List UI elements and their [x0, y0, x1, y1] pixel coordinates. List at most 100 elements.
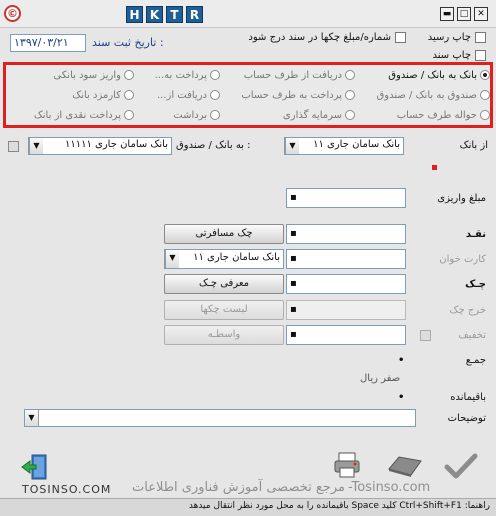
red-marker	[432, 165, 437, 170]
to-bank-checkbox[interactable]	[8, 141, 19, 152]
status-bar: راهنما: Ctrl+Shift+F1 کلید Space باقیمان…	[0, 498, 496, 516]
chevron-down-icon[interactable]: ▼	[285, 138, 299, 154]
broker-button[interactable]: واسطـه	[164, 325, 284, 345]
clear-button[interactable]	[385, 453, 425, 479]
cheque-amount-checkbox[interactable]: شماره/مبلغ چکها در سند درج شود	[248, 32, 406, 43]
deposit-input[interactable]: ▪	[286, 188, 406, 208]
option-receive-from-account[interactable]: دریافت از طرف حساب	[220, 67, 355, 83]
option-label: پرداخت به...	[154, 69, 207, 81]
option-bank-interest[interactable]: واریز سود بانکی	[14, 67, 134, 83]
option-label: صندوق به بانک / صندوق	[376, 89, 477, 101]
to-bank-select[interactable]: ▼ بانک سامان جاری ۱۱۱۱۱	[28, 137, 172, 155]
radio-receive-from[interactable]	[210, 90, 220, 100]
eraser-icon	[388, 456, 422, 477]
watermark-left: TOSINSO.COM	[22, 483, 112, 496]
sum-value: •	[398, 355, 405, 366]
card-reader-label: کارت خوان	[439, 254, 486, 265]
discount-label: تخفیف	[458, 330, 486, 341]
from-bank-label: از بانک	[459, 140, 488, 151]
hotkey-t-button[interactable]: T	[166, 6, 183, 23]
to-bank-value: بانک سامان جاری ۱۱۱۱۱	[64, 139, 168, 150]
exit-button[interactable]	[20, 452, 50, 482]
from-bank-select[interactable]: ▼ بانک سامان جاری ۱۱	[284, 137, 404, 155]
description-label: توضیحات	[447, 413, 486, 424]
exit-door-icon	[21, 454, 47, 480]
print-doc-box[interactable]	[475, 50, 486, 61]
print-doc-checkbox[interactable]: چاپ سند	[433, 50, 486, 61]
radio-cash-to-bank[interactable]	[480, 90, 490, 100]
option-account-transfer[interactable]: حواله طرف حساب	[355, 107, 490, 123]
rial-text: صفر ریال	[360, 373, 401, 384]
print-button[interactable]	[332, 450, 362, 480]
watermark-right: -Tosinso.com	[348, 480, 431, 495]
printer-icon	[334, 452, 360, 478]
option-withdrawal[interactable]: برداشت	[134, 107, 220, 123]
cheque-amount-label: شماره/مبلغ چکها در سند درج شود	[248, 32, 391, 43]
radio-pay-to-account[interactable]	[345, 90, 355, 100]
cash-input[interactable]: ▪	[286, 224, 406, 244]
print-receipt-checkbox[interactable]: چاپ رسید	[428, 32, 486, 43]
chevron-down-icon[interactable]: ▼	[29, 138, 43, 154]
from-bank-value: بانک سامان جاری ۱۱	[313, 139, 400, 150]
withdraw-cheque-input[interactable]: ▪	[286, 300, 406, 320]
card-bank-value: بانک سامان جاری ۱۱	[193, 252, 280, 263]
remain-value: •	[398, 392, 405, 403]
option-receive-from[interactable]: دریافت از...	[134, 87, 220, 103]
card-bank-select[interactable]: ▼ بانک سامان جاری ۱۱	[164, 249, 284, 269]
option-cash-payment[interactable]: پرداخت نقدی از بانک	[14, 107, 134, 123]
checkmark-icon	[444, 453, 478, 479]
app-logo-icon: ©	[4, 5, 21, 22]
option-pay-to[interactable]: پرداخت به...	[134, 67, 220, 83]
watermark-middle: مرجع تخصصی آموزش فناوری اطلاعات	[132, 480, 345, 495]
option-pay-to-account[interactable]: پرداخت به طرف حساب	[220, 87, 355, 103]
option-investment[interactable]: سرمایه گذاری	[220, 107, 355, 123]
option-label: دریافت از...	[156, 89, 207, 101]
hotkey-group: H K T R	[126, 6, 203, 23]
option-label: بانک به بانک / صندوق	[388, 69, 477, 81]
options-row-3: حواله طرف حساب سرمایه گذاری برداشت پرداخ…	[8, 107, 490, 123]
radio-bank-to-bank[interactable]	[480, 70, 490, 80]
radio-investment[interactable]	[345, 110, 355, 120]
radio-withdrawal[interactable]	[210, 110, 220, 120]
option-label: برداشت	[173, 109, 207, 121]
option-cash-to-bank[interactable]: صندوق به بانک / صندوق	[355, 87, 490, 103]
option-label: پرداخت به طرف حساب	[241, 89, 342, 101]
window-controls: ▬ □ ✕	[440, 7, 488, 21]
option-label: کارمزد بانک	[72, 89, 121, 101]
chevron-down-icon[interactable]: ▼	[165, 250, 179, 268]
option-label: واریز سود بانکی	[53, 69, 121, 81]
hotkey-h-button[interactable]: H	[126, 6, 143, 23]
doc-date-field[interactable]: ۱۳۹۷/۰۳/۲۱	[10, 34, 86, 52]
travel-cheque-button[interactable]: چک مسافرتی	[164, 224, 284, 244]
options-row-1: بانک به بانک / صندوق دریافت از طرف حساب …	[8, 67, 490, 83]
option-label: سرمایه گذاری	[282, 109, 342, 121]
description-select[interactable]: ▼	[24, 409, 416, 427]
discount-input[interactable]: ▪	[286, 325, 406, 345]
radio-account-transfer[interactable]	[480, 110, 490, 120]
print-receipt-box[interactable]	[475, 32, 486, 43]
card-reader-input[interactable]: ▪	[286, 249, 406, 269]
confirm-button[interactable]	[444, 452, 478, 480]
option-bank-fee[interactable]: کارمزد بانک	[14, 87, 134, 103]
hotkey-r-button[interactable]: R	[186, 6, 203, 23]
radio-pay-to[interactable]	[210, 70, 220, 80]
cheque-input[interactable]: ▪	[286, 274, 406, 294]
radio-bank-interest[interactable]	[124, 70, 134, 80]
radio-bank-fee[interactable]	[124, 90, 134, 100]
option-label: پرداخت نقدی از بانک	[33, 109, 121, 121]
close-button[interactable]: ✕	[474, 7, 488, 21]
discount-checkbox[interactable]	[420, 330, 431, 341]
remain-label: باقیمانده	[450, 392, 486, 403]
option-bank-to-bank[interactable]: بانک به بانک / صندوق	[355, 67, 490, 83]
to-bank-label: به بانک / صندوق :	[176, 140, 251, 151]
introduce-cheque-button[interactable]: معرفی چـک	[164, 274, 284, 294]
maximize-button[interactable]: □	[457, 7, 471, 21]
radio-receive-from-account[interactable]	[345, 70, 355, 80]
list-cheques-button[interactable]: لیست چکها	[164, 300, 284, 320]
hotkey-k-button[interactable]: K	[146, 6, 163, 23]
cheque-amount-box[interactable]	[395, 32, 406, 43]
minimize-button[interactable]: ▬	[440, 7, 454, 21]
print-receipt-label: چاپ رسید	[427, 32, 471, 43]
radio-cash-payment[interactable]	[124, 110, 134, 120]
chevron-down-icon[interactable]: ▼	[25, 410, 39, 426]
